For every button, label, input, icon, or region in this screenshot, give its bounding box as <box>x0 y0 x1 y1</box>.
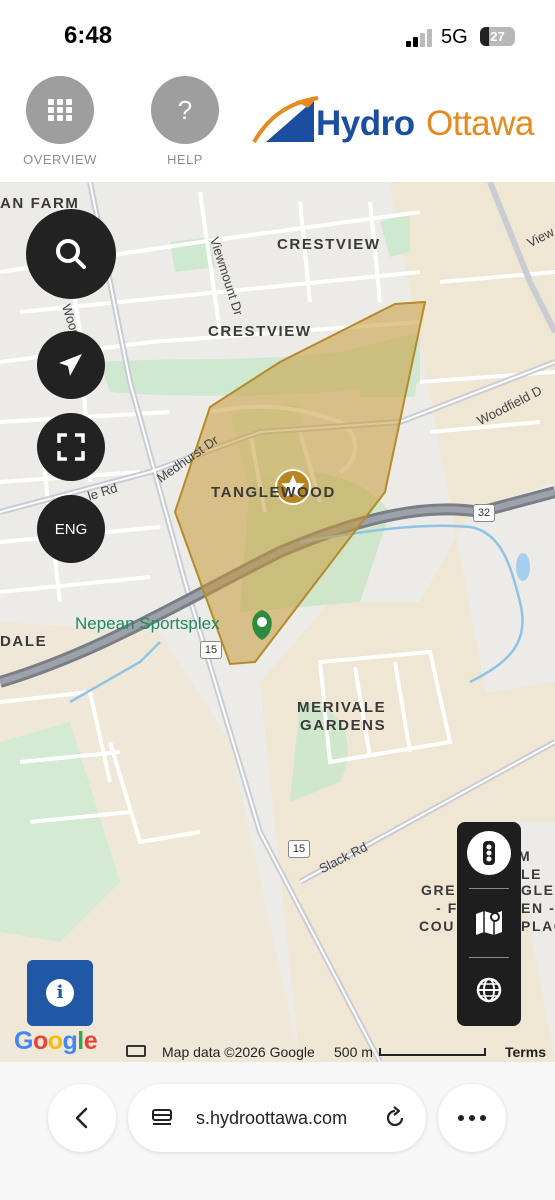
label-dale: DALE <box>0 633 48 650</box>
signal-icon <box>406 29 432 47</box>
fullscreen-icon <box>57 433 85 461</box>
overview-button[interactable]: OVERVIEW <box>15 76 105 167</box>
terms-link[interactable]: Terms <box>505 1044 546 1060</box>
logo-text-ottawa: Ottawa <box>426 104 534 143</box>
highway-shield-15: 15 <box>200 641 222 659</box>
scale-bar <box>379 1048 486 1056</box>
globe-icon <box>476 977 502 1003</box>
label-partial-plac: PLAC <box>521 918 555 934</box>
tab-icon[interactable] <box>150 1106 174 1130</box>
status-time: 6:48 <box>64 22 113 49</box>
logo-mark-icon <box>252 96 319 143</box>
label-crestview-south: CRESTVIEW <box>208 323 312 340</box>
label-partial-f: - F <box>436 900 458 916</box>
label-partial-gre: GRE <box>421 882 457 898</box>
outage-map[interactable]: AN FARM CRESTVIEW CRESTVIEW TANGLEWOOD D… <box>0 182 555 1062</box>
label-merivale: MERIVALE <box>297 699 387 716</box>
more-button[interactable] <box>438 1084 506 1152</box>
browser-toolbar: s.hydroottawa.com <box>0 1062 555 1200</box>
language-button[interactable]: ENG <box>37 495 105 563</box>
traffic-light-icon <box>483 841 495 865</box>
label-partial-en: EN - <box>521 900 555 916</box>
info-button[interactable]: i <box>27 960 93 1026</box>
keyboard-icon[interactable] <box>126 1045 146 1057</box>
language-label: ENG <box>54 520 88 538</box>
status-bar: 6:48 5G 27 <box>0 0 555 70</box>
scale-label: 500 m <box>334 1044 373 1060</box>
battery-percent: 27 <box>490 29 505 44</box>
search-button[interactable] <box>26 209 116 299</box>
logo-text-hydro: Hydro <box>316 104 415 143</box>
back-button[interactable] <box>48 1084 116 1152</box>
help-label: HELP <box>167 152 203 167</box>
info-icon: i <box>46 979 74 1007</box>
highway-shield-32: 32 <box>473 504 495 522</box>
navigation-arrow-icon <box>59 354 82 376</box>
chevron-left-icon <box>75 1107 88 1129</box>
map-layers-button[interactable] <box>471 904 507 940</box>
map-layer-toolbar <box>457 822 521 1026</box>
search-icon <box>56 239 86 269</box>
label-gardens: GARDENS <box>300 717 387 734</box>
help-glyph: ? <box>178 95 192 125</box>
network-type: 5G <box>441 26 468 48</box>
traffic-light-button[interactable] <box>467 831 511 875</box>
battery-icon: 27 <box>480 27 515 46</box>
label-tanglewood: TANGLEWOOD <box>211 484 336 501</box>
label-partial-cou: COU <box>419 918 455 934</box>
more-icon <box>458 1115 486 1121</box>
globe-button[interactable] <box>473 974 505 1006</box>
highway-shield-15-south: 15 <box>288 840 310 858</box>
grid-icon <box>26 76 94 144</box>
question-icon: ? <box>151 76 219 144</box>
app-header: OVERVIEW ? HELP Hydro Ottawa <box>0 70 555 182</box>
url-text: s.hydroottawa.com <box>196 1108 348 1128</box>
fullscreen-button[interactable] <box>37 413 105 481</box>
label-partial-gle: GLE <box>521 882 555 898</box>
label-partial-le: LE <box>521 866 543 882</box>
map-data-text: Map data ©2026 Google <box>162 1044 315 1060</box>
locate-button[interactable] <box>37 331 105 399</box>
toolbar-divider <box>469 957 509 958</box>
toolbar-divider <box>469 888 509 889</box>
map-icon <box>476 911 502 935</box>
screen: 6:48 5G 27 OVERVIEW ? HELP Hydro Ottawa … <box>0 0 555 1200</box>
map-attribution: Map data ©2026 Google 500 m Terms <box>0 1042 555 1062</box>
help-button[interactable]: ? HELP <box>140 76 230 167</box>
url-bar[interactable]: s.hydroottawa.com <box>128 1084 426 1152</box>
reload-icon[interactable] <box>382 1105 408 1131</box>
hydro-ottawa-logo: Hydro Ottawa <box>252 94 547 150</box>
place-nepean-sportsplex[interactable]: Nepean Sportsplex <box>75 614 220 634</box>
overview-label: OVERVIEW <box>23 152 97 167</box>
label-crestview-north: CRESTVIEW <box>277 236 381 253</box>
